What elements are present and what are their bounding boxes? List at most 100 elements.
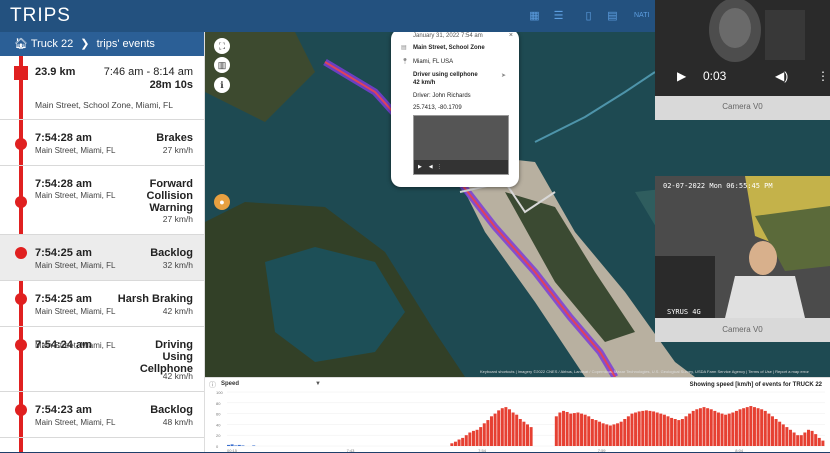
fullscreen-icon[interactable]: ⛶ bbox=[214, 38, 230, 54]
event-speed: 42 km/h bbox=[162, 371, 193, 381]
speed-bar bbox=[489, 416, 493, 446]
video-controls[interactable]: ▶ ◀ ⋮ bbox=[414, 160, 508, 174]
speed-bar bbox=[641, 410, 645, 446]
speed-bar bbox=[792, 432, 796, 446]
more-icon[interactable]: ⋮ bbox=[817, 69, 829, 83]
speed-bar bbox=[781, 424, 785, 446]
breadcrumb: 🏠︎ Truck 22 ❯ trips' events bbox=[0, 32, 204, 56]
speed-bar bbox=[677, 420, 681, 446]
y-tick-label: 20 bbox=[216, 433, 221, 438]
camera-label: Camera V0 bbox=[655, 318, 830, 342]
speed-bar bbox=[770, 416, 774, 446]
speed-bar bbox=[565, 411, 569, 446]
speed-bar bbox=[601, 423, 605, 446]
speed-bar bbox=[619, 421, 623, 446]
event-type: Driving Using Cellphone bbox=[139, 339, 193, 375]
speed-bar bbox=[637, 411, 641, 446]
speed-bar bbox=[806, 429, 810, 446]
speed-bar bbox=[468, 432, 472, 446]
x-tick-label: 00:15 bbox=[227, 448, 238, 453]
chevron-right-icon: ❯ bbox=[80, 38, 90, 50]
event-item[interactable]: 7:54:25 am Harsh Braking Main Street, Mi… bbox=[0, 281, 204, 327]
event-item[interactable]: 7:54:23 am Backlog Main Street, Miami, F… bbox=[0, 392, 204, 438]
speed-bar bbox=[252, 445, 256, 446]
speed-bar bbox=[594, 420, 598, 446]
breadcrumb-vehicle[interactable]: Truck 22 bbox=[31, 38, 73, 50]
speed-bar bbox=[605, 424, 609, 446]
speed-bar bbox=[788, 429, 792, 446]
calendar-icon[interactable]: ▤ bbox=[606, 10, 619, 22]
event-place: Main Street, Miami, FL bbox=[35, 146, 116, 155]
y-tick-label: 40 bbox=[216, 422, 221, 427]
speed-chart: ⓘ Speed ▼ Showing speed [km/h] of events… bbox=[205, 377, 830, 453]
speed-bar bbox=[453, 441, 457, 446]
speed-bar bbox=[493, 413, 497, 446]
speed-bar bbox=[479, 427, 483, 446]
speed-bar bbox=[673, 419, 677, 446]
speed-bar bbox=[634, 412, 638, 446]
video-time: 0:03 bbox=[703, 69, 727, 83]
speed-bar bbox=[691, 410, 695, 446]
speed-bar bbox=[616, 423, 620, 446]
trip-summary[interactable]: 23.9 km 7:46 am - 8:14 am 28m 10s Main S… bbox=[0, 56, 204, 120]
speed-bar bbox=[713, 410, 717, 446]
home-icon[interactable]: 🏠︎ bbox=[14, 38, 28, 50]
speed-bar bbox=[738, 409, 742, 446]
video-control-bar[interactable]: ▶ 0:03 ◀) ⋮ bbox=[655, 62, 830, 92]
speed-bar bbox=[821, 440, 825, 446]
app-title: TRIPS bbox=[10, 5, 71, 26]
speed-bar bbox=[734, 410, 738, 446]
speed-bar bbox=[580, 413, 584, 446]
speed-bar bbox=[698, 408, 702, 446]
speed-bar bbox=[760, 409, 764, 446]
event-speed: 27 km/h bbox=[162, 145, 193, 155]
speed-bar bbox=[756, 408, 760, 446]
speed-bar bbox=[475, 429, 479, 446]
event-item[interactable]: 7:54:24 am Driving Using Cellphone Main … bbox=[0, 327, 204, 392]
info-icon[interactable]: ℹ bbox=[214, 77, 230, 93]
speed-bar bbox=[778, 421, 782, 446]
speed-bar bbox=[515, 414, 519, 446]
popup-coords: 25.7413, -80.1709 bbox=[413, 105, 462, 111]
camera-feed-bottom[interactable]: 02-07-2022 Mon 06:55:45 PM SYRUS 4G Came… bbox=[655, 176, 830, 342]
event-type: Forward Collision Warning bbox=[146, 178, 193, 214]
list-view-icon[interactable]: ☰ bbox=[552, 10, 565, 22]
camera-feed-top[interactable]: ▶ 0:03 ◀) ⋮ Camera V0 bbox=[655, 0, 830, 120]
grid-view-icon[interactable]: ▦ bbox=[528, 10, 541, 22]
speed-bar bbox=[497, 410, 501, 446]
event-item-selected[interactable]: 7:54:25 am Backlog Main Street, Miami, F… bbox=[0, 235, 204, 281]
event-item[interactable]: 7:54:28 am Brakes Main Street, Miami, FL… bbox=[0, 120, 204, 166]
panel-icon[interactable]: ▯ bbox=[582, 10, 595, 22]
speed-bar bbox=[526, 424, 530, 446]
pin-icon: 📍︎ bbox=[401, 59, 409, 65]
y-tick-label: 80 bbox=[216, 401, 221, 406]
x-tick-label: 7:43 bbox=[347, 448, 356, 453]
speed-bar bbox=[518, 419, 522, 446]
event-item[interactable]: 7:54:28 am Forward Collision Warning Mai… bbox=[0, 166, 204, 235]
speed-bar bbox=[576, 412, 580, 446]
speed-bar bbox=[507, 409, 511, 446]
layers-icon[interactable]: ▥ bbox=[214, 57, 230, 73]
speed-bar bbox=[630, 413, 634, 446]
speed-bar bbox=[731, 412, 735, 446]
speed-bar bbox=[471, 430, 475, 446]
volume-icon[interactable]: ◀) bbox=[775, 69, 788, 83]
speed-bar bbox=[554, 416, 558, 446]
popup-street: Main Street, School Zone bbox=[413, 45, 485, 51]
speed-bar bbox=[724, 414, 728, 446]
trip-start-marker bbox=[14, 66, 28, 80]
event-time: 7:54:23 am bbox=[35, 404, 92, 416]
popup-video[interactable]: ▶ ◀ ⋮ bbox=[413, 115, 509, 175]
popup-driver: Driver: John Richards bbox=[413, 93, 471, 99]
speed-bar bbox=[727, 413, 731, 446]
speed-bar bbox=[810, 430, 814, 446]
timeline-dot bbox=[15, 339, 27, 351]
y-tick-label: 60 bbox=[216, 412, 221, 417]
speed-bar bbox=[688, 413, 692, 446]
speed-bar bbox=[572, 413, 576, 446]
speed-bar bbox=[785, 427, 789, 446]
speed-bar bbox=[803, 432, 807, 446]
street-view-icon[interactable]: ● bbox=[214, 194, 230, 210]
close-icon[interactable]: × bbox=[509, 32, 513, 39]
play-icon[interactable]: ▶ bbox=[677, 69, 686, 83]
